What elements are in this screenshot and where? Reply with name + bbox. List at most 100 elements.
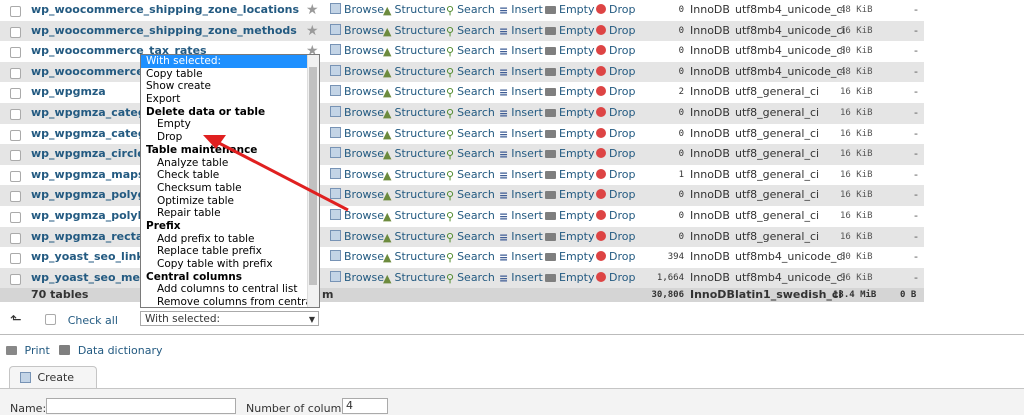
dropdown-option[interactable]: Show create [141, 80, 319, 93]
create-table-tab[interactable]: Create table [9, 366, 97, 406]
drop-action[interactable]: Drop [596, 82, 635, 103]
insert-action[interactable]: ≡ Insert [499, 124, 543, 145]
browse-action[interactable]: Browse [330, 21, 384, 42]
check-all-checkbox[interactable] [45, 314, 57, 325]
dropdown-scrollbar[interactable] [307, 55, 319, 307]
browse-action[interactable]: Browse [330, 0, 384, 21]
data-dictionary-icon[interactable] [59, 345, 71, 355]
dropdown-option[interactable]: Export [141, 93, 319, 106]
drop-action[interactable]: Drop [596, 165, 635, 186]
structure-action[interactable]: ▲ Structure [383, 124, 446, 145]
insert-action[interactable]: ≡ Insert [499, 21, 543, 42]
insert-action[interactable]: ≡ Insert [499, 268, 543, 289]
dropdown-option[interactable]: Remove columns from central list [141, 296, 319, 307]
empty-action[interactable]: Empty [545, 62, 594, 83]
dropdown-option[interactable]: Repair table [141, 207, 319, 220]
insert-action[interactable]: ≡ Insert [499, 41, 543, 62]
drop-action[interactable]: Drop [596, 206, 635, 227]
number-of-columns-input[interactable]: 4 [342, 398, 388, 414]
row-checkbox[interactable] [10, 47, 21, 59]
empty-action[interactable]: Empty [545, 82, 594, 103]
print-link[interactable]: Print [25, 344, 50, 357]
drop-action[interactable]: Drop [596, 185, 635, 206]
table-name-link[interactable]: wp_yoast_seo_meta [31, 268, 153, 289]
structure-action[interactable]: ▲ Structure [383, 185, 446, 206]
search-action[interactable]: ⚲ Search [446, 185, 495, 206]
row-checkbox[interactable] [10, 253, 21, 265]
drop-action[interactable]: Drop [596, 62, 635, 83]
dropdown-option[interactable]: Analyze table [141, 157, 319, 170]
dropdown-option[interactable]: Check table [141, 169, 319, 182]
search-action[interactable]: ⚲ Search [446, 62, 495, 83]
search-action[interactable]: ⚲ Search [446, 144, 495, 165]
drop-action[interactable]: Drop [596, 144, 635, 165]
insert-action[interactable]: ≡ Insert [499, 206, 543, 227]
browse-action[interactable]: Browse [330, 165, 384, 186]
structure-action[interactable]: ▲ Structure [383, 103, 446, 124]
browse-action[interactable]: Browse [330, 206, 384, 227]
search-action[interactable]: ⚲ Search [446, 0, 495, 21]
insert-action[interactable]: ≡ Insert [499, 144, 543, 165]
insert-action[interactable]: ≡ Insert [499, 103, 543, 124]
dropdown-scrollbar-thumb[interactable] [309, 67, 317, 285]
table-name-link[interactable]: wp_yoast_seo_links [31, 247, 150, 268]
empty-action[interactable]: Empty [545, 268, 594, 289]
favorite-star-icon[interactable]: ★ [306, 21, 319, 42]
structure-action[interactable]: ▲ Structure [383, 165, 446, 186]
table-name-link[interactable]: wp_wpgmza [31, 82, 106, 103]
browse-action[interactable]: Browse [330, 103, 384, 124]
browse-action[interactable]: Browse [330, 124, 384, 145]
structure-action[interactable]: ▲ Structure [383, 206, 446, 227]
row-checkbox[interactable] [10, 67, 21, 79]
search-action[interactable]: ⚲ Search [446, 103, 495, 124]
dropdown-option[interactable]: Optimize table [141, 195, 319, 208]
row-checkbox[interactable] [10, 232, 21, 244]
search-action[interactable]: ⚲ Search [446, 124, 495, 145]
drop-action[interactable]: Drop [596, 21, 635, 42]
structure-action[interactable]: ▲ Structure [383, 227, 446, 248]
search-action[interactable]: ⚲ Search [446, 247, 495, 268]
browse-action[interactable]: Browse [330, 247, 384, 268]
drop-action[interactable]: Drop [596, 227, 635, 248]
dropdown-option[interactable]: Drop [141, 131, 319, 144]
structure-action[interactable]: ▲ Structure [383, 82, 446, 103]
drop-action[interactable]: Drop [596, 268, 635, 289]
insert-action[interactable]: ≡ Insert [499, 185, 543, 206]
search-action[interactable]: ⚲ Search [446, 165, 495, 186]
structure-action[interactable]: ▲ Structure [383, 21, 446, 42]
row-checkbox[interactable] [10, 108, 21, 120]
empty-action[interactable]: Empty [545, 165, 594, 186]
row-checkbox[interactable] [10, 191, 21, 203]
search-action[interactable]: ⚲ Search [446, 268, 495, 289]
print-icon[interactable] [6, 346, 17, 355]
row-checkbox[interactable] [10, 273, 21, 285]
dropdown-option[interactable]: Replace table prefix [141, 245, 319, 258]
drop-action[interactable]: Drop [596, 103, 635, 124]
row-checkbox[interactable] [10, 26, 21, 38]
with-selected-select[interactable]: With selected: ▼ [140, 311, 319, 326]
empty-action[interactable]: Empty [545, 21, 594, 42]
empty-action[interactable]: Empty [545, 144, 594, 165]
dropdown-option[interactable]: Copy table [141, 68, 319, 81]
empty-action[interactable]: Empty [545, 227, 594, 248]
insert-action[interactable]: ≡ Insert [499, 247, 543, 268]
empty-action[interactable]: Empty [545, 0, 594, 21]
dropdown-option[interactable]: Copy table with prefix [141, 258, 319, 271]
row-checkbox[interactable] [10, 6, 21, 17]
row-checkbox[interactable] [10, 170, 21, 182]
table-name-link[interactable]: wp_woocommerce_shipping_zone_methods [31, 21, 297, 42]
insert-action[interactable]: ≡ Insert [499, 227, 543, 248]
insert-action[interactable]: ≡ Insert [499, 165, 543, 186]
insert-action[interactable]: ≡ Insert [499, 62, 543, 83]
favorite-star-icon[interactable]: ★ [306, 0, 319, 21]
empty-action[interactable]: Empty [545, 185, 594, 206]
empty-action[interactable]: Empty [545, 206, 594, 227]
insert-action[interactable]: ≡ Insert [499, 0, 543, 21]
empty-action[interactable]: Empty [545, 124, 594, 145]
search-action[interactable]: ⚲ Search [446, 206, 495, 227]
with-selected-dropdown-list[interactable]: With selected: Copy table Show create Expor… [140, 54, 320, 308]
search-action[interactable]: ⚲ Search [446, 21, 495, 42]
browse-action[interactable]: Browse [330, 62, 384, 83]
drop-action[interactable]: Drop [596, 41, 635, 62]
structure-action[interactable]: ▲ Structure [383, 144, 446, 165]
